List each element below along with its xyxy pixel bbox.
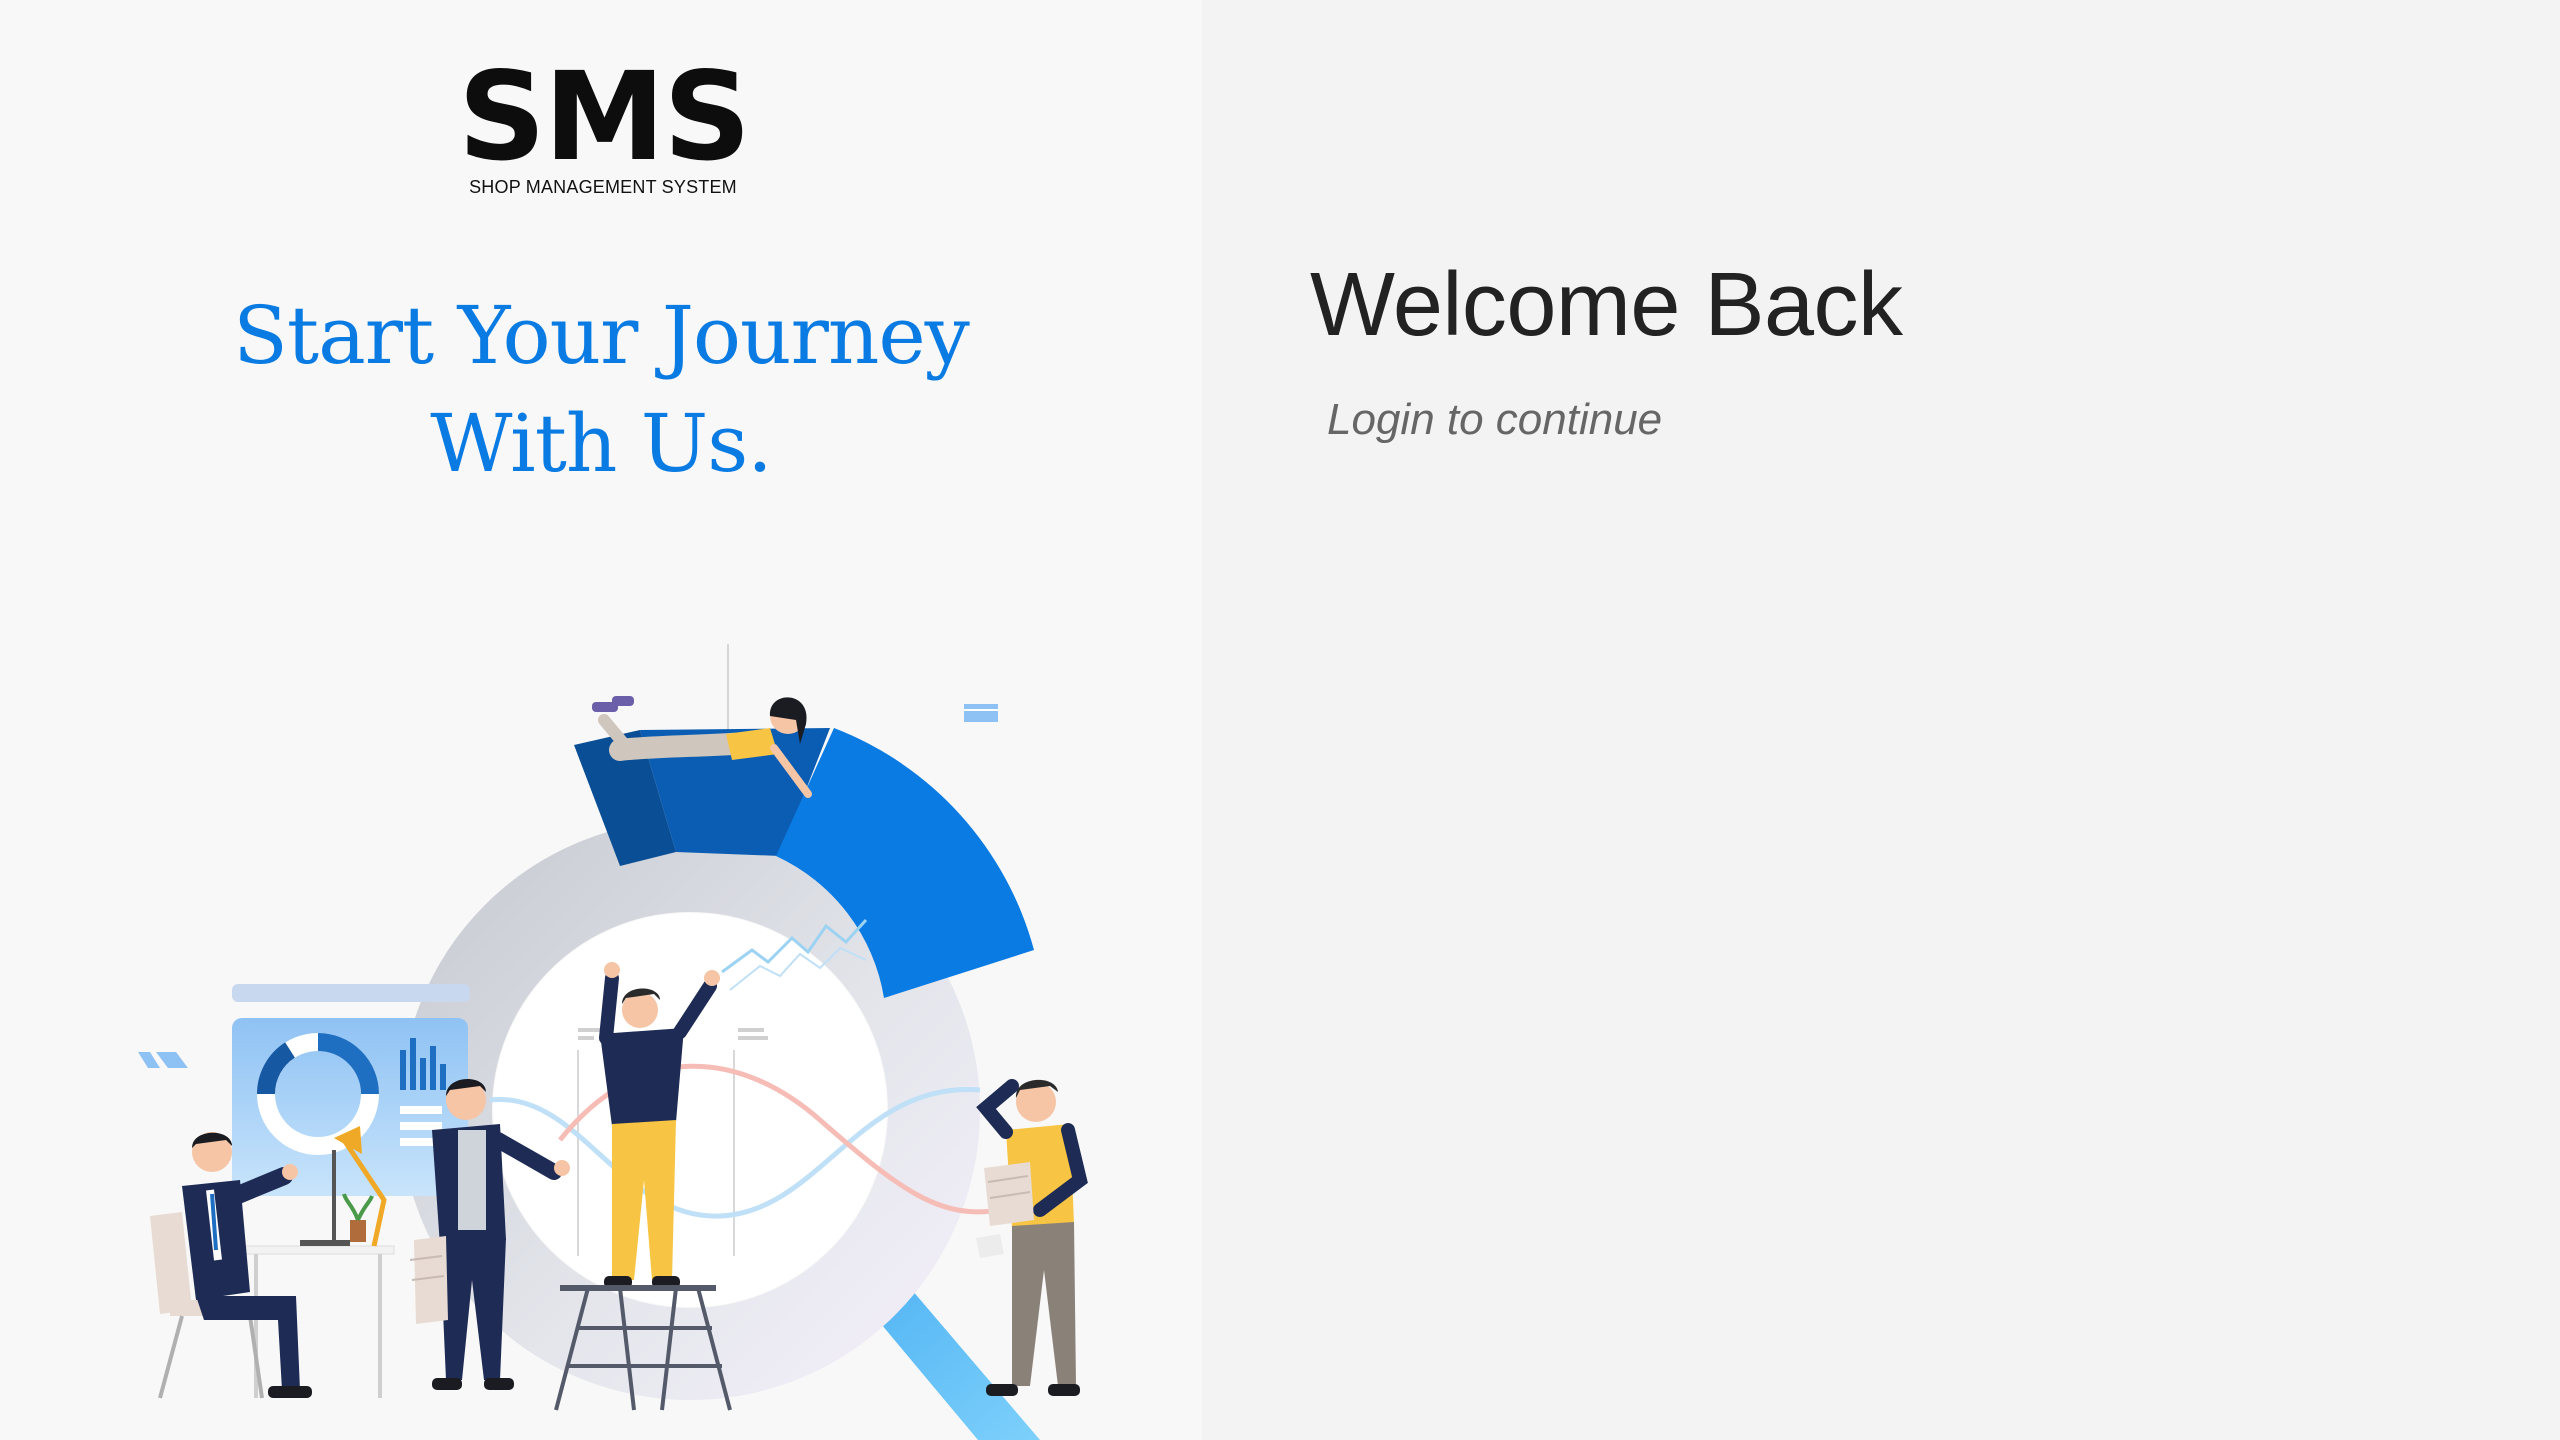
sms-logo: SMS SHOP MANAGEMENT SYSTEM [458, 46, 751, 198]
login-subtitle: Login to continue [1327, 395, 1663, 444]
login-page: SMS SHOP MANAGEMENT SYSTEM Start Your Jo… [0, 0, 2560, 1440]
business-team-illustration [138, 644, 1088, 1440]
tagline-line-2: With Us. [430, 397, 772, 490]
right-panel: Welcome Back Login to continue [1202, 0, 2560, 1440]
dashboard-top-bar [232, 984, 470, 1002]
logo-subtitle: SHOP MANAGEMENT SYSTEM [469, 177, 737, 197]
chair-back [150, 1212, 192, 1314]
logo-title: SMS [458, 46, 751, 188]
desk-top [245, 1245, 395, 1255]
left-panel: SMS SHOP MANAGEMENT SYSTEM Start Your Jo… [0, 0, 1202, 1440]
welcome-title: Welcome Back [1310, 255, 1903, 355]
tagline-line-1: Start Your Journey [233, 289, 970, 382]
ladder-man-body [600, 1028, 684, 1126]
mini-card [964, 704, 998, 722]
donut-center [493, 913, 887, 1307]
tagline: Start Your Journey With Us. [100, 282, 1102, 498]
